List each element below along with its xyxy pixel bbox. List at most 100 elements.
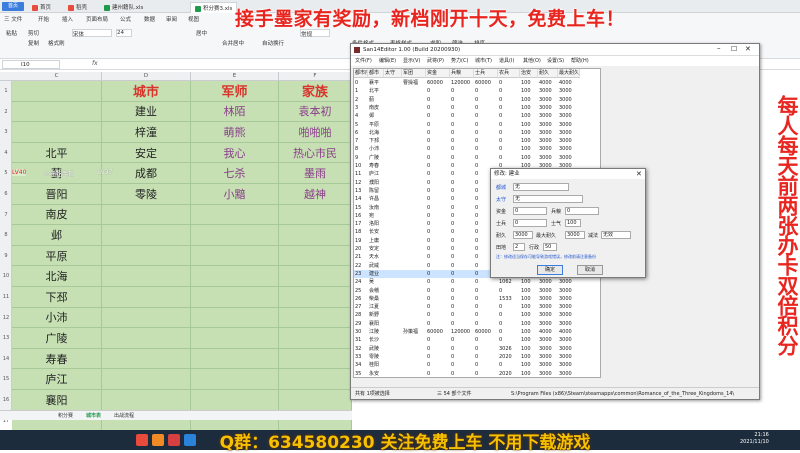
- cell-e-10[interactable]: [191, 266, 279, 287]
- soldiers-input[interactable]: 0: [513, 219, 547, 227]
- ribbon-tab-data[interactable]: 数据: [144, 15, 155, 23]
- cell-d-1[interactable]: 城市: [102, 81, 191, 102]
- table-row[interactable]: 6 北海 0 0 0 0 100 3000 3000: [354, 129, 580, 137]
- app-taskbar-icon[interactable]: [168, 434, 180, 446]
- cell-e-16[interactable]: [191, 390, 279, 411]
- table-header[interactable]: 都市序号: [354, 69, 368, 78]
- ribbon-tab-insert[interactable]: 插入: [62, 15, 73, 23]
- table-header[interactable]: 军团: [402, 69, 426, 78]
- table-row[interactable]: 31 长沙 0 0 0 0 100 3000 3000: [354, 336, 580, 344]
- table-row[interactable]: 32 武陵 0 0 0 3026 100 3000 3000: [354, 345, 580, 353]
- table-header[interactable]: 太守: [384, 69, 402, 78]
- cell-e-5[interactable]: 七杀: [191, 163, 279, 184]
- sheet-tab-3[interactable]: 出战流程: [114, 412, 134, 419]
- cell-f-8[interactable]: [279, 225, 352, 246]
- cell-e-11[interactable]: [191, 287, 279, 308]
- cell-d-13[interactable]: [102, 328, 191, 349]
- col-header-c[interactable]: C: [12, 72, 102, 81]
- cell-e-8[interactable]: [191, 225, 279, 246]
- cell-d-6[interactable]: 零陵: [102, 184, 191, 205]
- cell-e-3[interactable]: 萌熊: [191, 122, 279, 143]
- row-number[interactable]: 12: [0, 315, 12, 321]
- ribbon-tab-file[interactable]: 三 文件: [4, 15, 22, 23]
- food-input[interactable]: 0: [565, 207, 599, 215]
- table-row[interactable]: 5 平原 0 0 0 0 100 3000 3000: [354, 121, 580, 129]
- cell-d-16[interactable]: [102, 390, 191, 411]
- cell-f-2[interactable]: 袁本初: [279, 101, 352, 123]
- cell-f-10[interactable]: [279, 266, 352, 287]
- row-number[interactable]: 1: [0, 88, 12, 94]
- row-number[interactable]: 3: [0, 129, 12, 135]
- table-row[interactable]: 3 南皮 0 0 0 0 100 3000 3000: [354, 104, 580, 112]
- cell-d-8[interactable]: [102, 225, 191, 246]
- cell-d-5[interactable]: 成都: [102, 163, 191, 184]
- garrison-select[interactable]: 无效: [601, 231, 631, 239]
- row-number[interactable]: 6: [0, 191, 12, 197]
- ribbon-tab-home[interactable]: 开始: [38, 15, 49, 23]
- ribbon-tab-formula[interactable]: 公式: [120, 15, 131, 23]
- table-header[interactable]: 治安: [520, 69, 538, 78]
- cell-f-7[interactable]: [279, 204, 352, 226]
- editor-menu-item[interactable]: 城市(T): [475, 56, 492, 66]
- cell-c-12[interactable]: 小沛: [12, 307, 102, 329]
- ribbon-tab-view[interactable]: 视图: [188, 15, 199, 23]
- cell-f-16[interactable]: [279, 390, 352, 411]
- cell-f-13[interactable]: [279, 328, 352, 349]
- editor-menu-item[interactable]: 设置(S): [547, 56, 564, 66]
- wrap-text-button[interactable]: 自动换行: [262, 39, 284, 47]
- editor-menu-item[interactable]: 文件(F): [355, 56, 372, 66]
- table-row[interactable]: 4 邺 0 0 0 0 100 3000 3000: [354, 112, 580, 120]
- table-header[interactable]: 资金: [426, 69, 450, 78]
- cell-e-1[interactable]: 军师: [191, 81, 279, 102]
- cell-d-14[interactable]: [102, 348, 191, 370]
- table-row[interactable]: 29 襄阳 0 0 0 0 100 3000 3000: [354, 320, 580, 328]
- cell-d-12[interactable]: [102, 307, 191, 329]
- row-number[interactable]: 15: [0, 376, 12, 382]
- cell-d-2[interactable]: 建业: [102, 101, 191, 123]
- cell-f-1[interactable]: 家族: [279, 81, 352, 102]
- row-number[interactable]: 2: [0, 109, 12, 115]
- cell-c-14[interactable]: 寿春: [12, 348, 102, 370]
- cell-d-11[interactable]: [102, 287, 191, 308]
- table-row[interactable]: 26 柴桑 0 0 0 1533 100 3000 3000: [354, 295, 580, 303]
- cell-c-4[interactable]: 北平: [12, 142, 102, 164]
- cell-f-3[interactable]: 啪啪啪: [279, 122, 352, 143]
- cell-c-8[interactable]: 邺: [12, 225, 102, 246]
- sheet-tab-2[interactable]: 城市表: [86, 412, 101, 419]
- cell-e-4[interactable]: 我心: [191, 142, 279, 164]
- minimize-icon[interactable]: –: [717, 44, 721, 52]
- table-row[interactable]: 27 江夏 0 0 0 0 100 3000 3000: [354, 303, 580, 311]
- cell-e-2[interactable]: 林陌: [191, 101, 279, 123]
- table-row[interactable]: 8 小沛 0 0 0 0 100 3000 3000: [354, 145, 580, 153]
- format-painter-button[interactable]: 格式刷: [48, 39, 65, 47]
- turns-input[interactable]: 50: [543, 243, 557, 251]
- row-number[interactable]: 10: [0, 273, 12, 279]
- table-header[interactable]: 最大耐久: [558, 69, 580, 78]
- cell-c-11[interactable]: 下邳: [12, 287, 102, 308]
- sheet-tab-1[interactable]: 积分赛: [58, 412, 73, 419]
- cancel-button[interactable]: 取消: [577, 265, 603, 275]
- font-family-select[interactable]: 宋体: [72, 29, 112, 38]
- cell-f-5[interactable]: 墨雨: [279, 163, 352, 184]
- cell-f-4[interactable]: 热心市民: [279, 142, 352, 164]
- editor-menu-item[interactable]: 显示(V): [403, 56, 420, 66]
- copy-button[interactable]: 复制: [28, 39, 39, 47]
- editor-menu-item[interactable]: 帮助(H): [571, 56, 589, 66]
- table-header[interactable]: 士兵: [474, 69, 498, 78]
- editor-menu-item[interactable]: 其他(O): [523, 56, 541, 66]
- row-number[interactable]: 8: [0, 232, 12, 238]
- maximize-icon[interactable]: ☐: [731, 45, 737, 53]
- morale-input[interactable]: 100: [565, 219, 581, 227]
- cell-c-7[interactable]: 南皮: [12, 204, 102, 226]
- cell-e-14[interactable]: [191, 348, 279, 370]
- cell-c-13[interactable]: 广陵: [12, 328, 102, 349]
- name-box[interactable]: I10: [2, 60, 60, 69]
- home-button[interactable]: 首页: [2, 2, 24, 11]
- editor-menu-item[interactable]: 道具(I): [499, 56, 514, 66]
- ribbon-tab-layout[interactable]: 页面布局: [86, 15, 108, 23]
- durability-input[interactable]: 3000: [513, 231, 533, 239]
- troops-input[interactable]: 2: [513, 243, 525, 251]
- cell-d-9[interactable]: [102, 245, 191, 267]
- table-row[interactable]: 28 新野 0 0 0 0 100 3000 3000: [354, 311, 580, 319]
- city-select[interactable]: 无: [513, 183, 569, 191]
